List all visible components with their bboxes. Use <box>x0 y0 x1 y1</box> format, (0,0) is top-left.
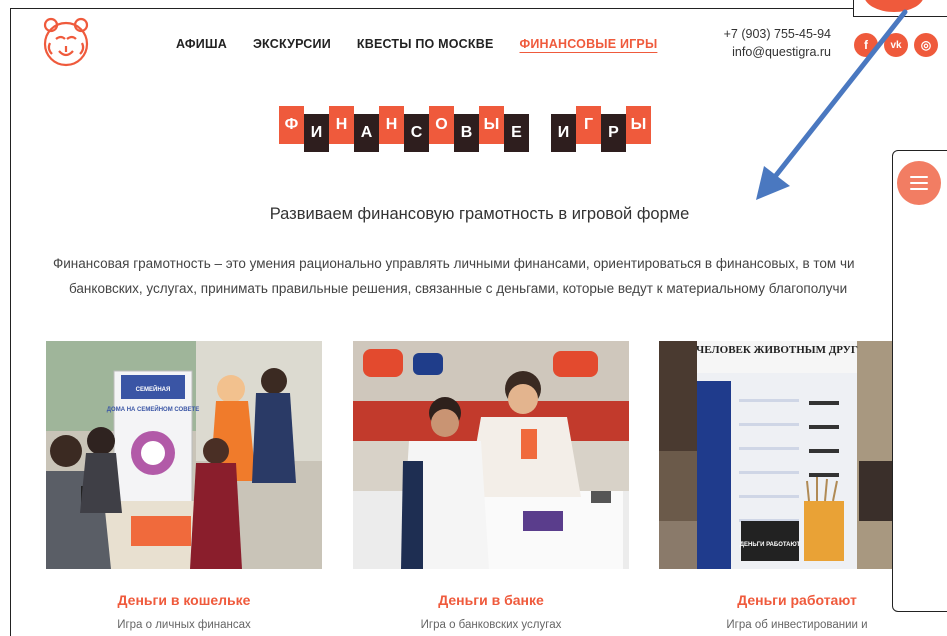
poster-heading: ДОМА НА СЕМЕЙНОМ СОВЕТЕ <box>107 405 199 413</box>
title-letter-tile: И <box>551 114 576 152</box>
title-letter-tile: Н <box>329 106 354 144</box>
card-photo: СЕМЕЙНАЯ ДОМА НА СЕМЕЙНОМ СОВЕТЕ <box>46 341 322 569</box>
card-title[interactable]: Деньги в кошельке <box>46 592 322 608</box>
web-page: АФИША ЭКСКУРСИИ КВЕСТЫ ПО МОСКВЕ ФИНАНСО… <box>10 8 947 636</box>
vk-icon[interactable]: vk <box>884 33 908 57</box>
svg-text:СЕМЕЙНАЯ: СЕМЕЙНАЯ <box>136 385 171 393</box>
title-letter-tile: Н <box>379 106 404 144</box>
nav-item-excursions[interactable]: ЭКСКУРСИИ <box>253 37 331 51</box>
game-card-bank[interactable]: Деньги в банке Игра о банковских услугах <box>353 341 629 631</box>
title-letter-tile: С <box>404 114 429 152</box>
title-letter-tile: А <box>354 114 379 152</box>
nav-item-quests[interactable]: КВЕСТЫ ПО МОСКВЕ <box>357 37 494 51</box>
card-description: Игра о личных финансах <box>117 619 251 631</box>
title-letter-tile: Ы <box>479 106 504 144</box>
social-links: f vk ◎ <box>854 33 938 57</box>
intro-line-1: Финансовая грамотность – это умения раци… <box>53 256 855 271</box>
game-card-wallet[interactable]: СЕМЕЙНАЯ ДОМА НА СЕМЕЙНОМ СОВЕТЕ Деньги … <box>46 341 322 631</box>
card-title[interactable]: Деньги в банке <box>353 592 629 608</box>
card-description: Игра об инвестировании и <box>726 619 868 631</box>
page-title-tiles: ФИНАНСОВЫЕИГРЫ <box>279 106 651 152</box>
overlay-window-corner <box>853 0 947 17</box>
email-link[interactable]: info@questigra.ru <box>711 43 831 61</box>
sign-text: ДЕНЬГИ РАБОТАЮТ <box>740 542 801 548</box>
hamburger-menu-icon[interactable] <box>897 161 941 205</box>
card-photo <box>353 341 629 569</box>
nav-item-financial-games[interactable]: ФИНАНСОВЫЕ ИГРЫ <box>520 37 658 51</box>
contacts: +7 (903) 755-45-94 info@questigra.ru <box>711 25 831 61</box>
title-letter-tile: В <box>454 114 479 152</box>
overlay-window <box>892 150 947 612</box>
poster-heading: ЧЕЛОВЕК ЖИВОТНЫМ ДРУГ <box>696 344 858 356</box>
title-letter-tile: Р <box>601 114 626 152</box>
intro-text: Финансовая грамотность – это умения раци… <box>53 251 947 301</box>
title-letter-tile: И <box>304 114 329 152</box>
main-nav: АФИША ЭКСКУРСИИ КВЕСТЫ ПО МОСКВЕ ФИНАНСО… <box>176 37 657 51</box>
title-letter-tile: Ф <box>279 106 304 144</box>
title-letter-tile: Ы <box>626 106 651 144</box>
title-letter-tile: О <box>429 106 454 144</box>
intro-line-2: банковских, услугах, принимать правильны… <box>69 281 848 296</box>
site-header: АФИША ЭКСКУРСИИ КВЕСТЫ ПО МОСКВЕ ФИНАНСО… <box>11 9 947 79</box>
nav-item-afisha[interactable]: АФИША <box>176 37 227 51</box>
title-letter-tile: Г <box>576 106 601 144</box>
title-space <box>529 106 551 144</box>
card-description: Игра о банковских услугах <box>420 619 562 631</box>
phone-link[interactable]: +7 (903) 755-45-94 <box>711 25 831 43</box>
facebook-icon[interactable]: f <box>854 33 878 57</box>
odnoklassniki-icon[interactable]: ◎ <box>914 33 938 57</box>
tiger-logo-icon[interactable] <box>39 15 93 69</box>
title-letter-tile: Е <box>504 114 529 152</box>
page-subtitle: Развиваем финансовую грамотность в игров… <box>269 205 690 223</box>
